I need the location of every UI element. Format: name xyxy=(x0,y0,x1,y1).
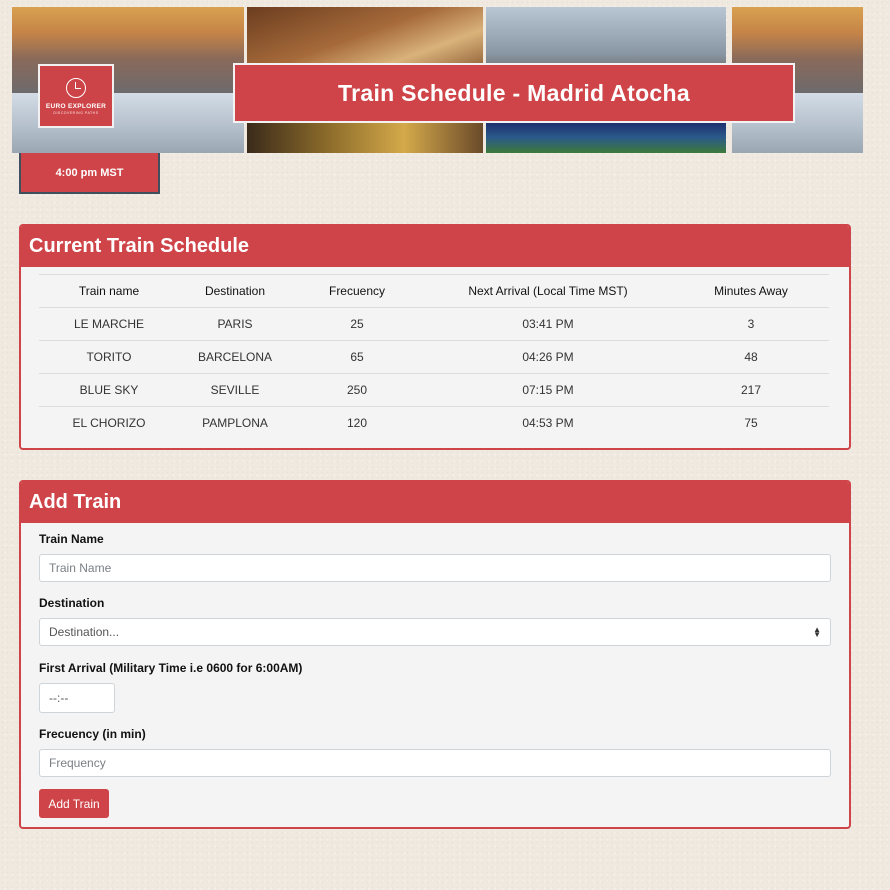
logo-name: EURO EXPLORER xyxy=(45,102,107,110)
table-row: EL CHORIZO PAMPLONA 120 04:53 PM 75 xyxy=(39,406,829,440)
cell-destination: PAMPLONA xyxy=(179,406,291,440)
cell-frequency: 25 xyxy=(291,307,423,341)
schedule-card: Current Train Schedule Train name Destin… xyxy=(19,224,851,450)
table-row: BLUE SKY SEVILLE 250 07:15 PM 217 xyxy=(39,373,829,407)
current-time-badge: 4:00 pm MST xyxy=(19,153,160,194)
destination-selected-value: Destination... xyxy=(49,625,120,639)
schedule-table: Train name Destination Frecuency Next Ar… xyxy=(39,274,829,440)
cell-minutes-away: 48 xyxy=(673,340,829,374)
destination-label: Destination xyxy=(39,596,105,610)
logo-tagline: DISCOVERING PATHS xyxy=(53,110,99,115)
table-header-row: Train name Destination Frecuency Next Ar… xyxy=(39,274,829,308)
cell-train-name: LE MARCHE xyxy=(39,307,179,341)
cell-frequency: 120 xyxy=(291,406,423,440)
table-row: TORITO BARCELONA 65 04:26 PM 48 xyxy=(39,340,829,374)
frequency-input[interactable] xyxy=(39,749,831,777)
column-header-minutes-away: Minutes Away xyxy=(673,274,829,308)
cell-destination: BARCELONA xyxy=(179,340,291,374)
page-title: Train Schedule - Madrid Atocha xyxy=(233,63,795,123)
add-train-button[interactable]: Add Train xyxy=(39,789,109,818)
train-name-input[interactable] xyxy=(39,554,831,582)
cell-train-name: BLUE SKY xyxy=(39,373,179,407)
cell-frequency: 250 xyxy=(291,373,423,407)
clock-icon xyxy=(66,77,86,98)
cell-destination: SEVILLE xyxy=(179,373,291,407)
cell-train-name: TORITO xyxy=(39,340,179,374)
column-header-frequency: Frecuency xyxy=(291,274,423,308)
first-arrival-label: First Arrival (Military Time i.e 0600 fo… xyxy=(39,661,303,675)
cell-next-arrival: 04:26 PM xyxy=(423,340,673,374)
column-header-next-arrival: Next Arrival (Local Time MST) xyxy=(423,274,673,308)
cell-minutes-away: 75 xyxy=(673,406,829,440)
cell-minutes-away: 217 xyxy=(673,373,829,407)
euro-explorer-logo: EURO EXPLORER DISCOVERING PATHS xyxy=(38,64,114,128)
cell-destination: PARIS xyxy=(179,307,291,341)
frequency-label: Frecuency (in min) xyxy=(39,727,146,741)
destination-select[interactable]: Destination... ▲ ▼ xyxy=(39,618,831,646)
table-row: LE MARCHE PARIS 25 03:41 PM 3 xyxy=(39,307,829,341)
column-header-destination: Destination xyxy=(179,274,291,308)
cell-minutes-away: 3 xyxy=(673,307,829,341)
cell-next-arrival: 03:41 PM xyxy=(423,307,673,341)
train-name-label: Train Name xyxy=(39,532,104,546)
schedule-card-title: Current Train Schedule xyxy=(21,226,849,267)
select-arrows-icon: ▲ ▼ xyxy=(813,625,821,639)
first-arrival-time-input[interactable]: --:-- xyxy=(39,683,115,713)
add-train-card-title: Add Train xyxy=(21,482,849,523)
cell-frequency: 65 xyxy=(291,340,423,374)
cell-train-name: EL CHORIZO xyxy=(39,406,179,440)
add-train-card: Add Train Train Name Destination Destina… xyxy=(19,480,851,829)
column-header-train-name: Train name xyxy=(39,274,179,308)
cell-next-arrival: 07:15 PM xyxy=(423,373,673,407)
cell-next-arrival: 04:53 PM xyxy=(423,406,673,440)
